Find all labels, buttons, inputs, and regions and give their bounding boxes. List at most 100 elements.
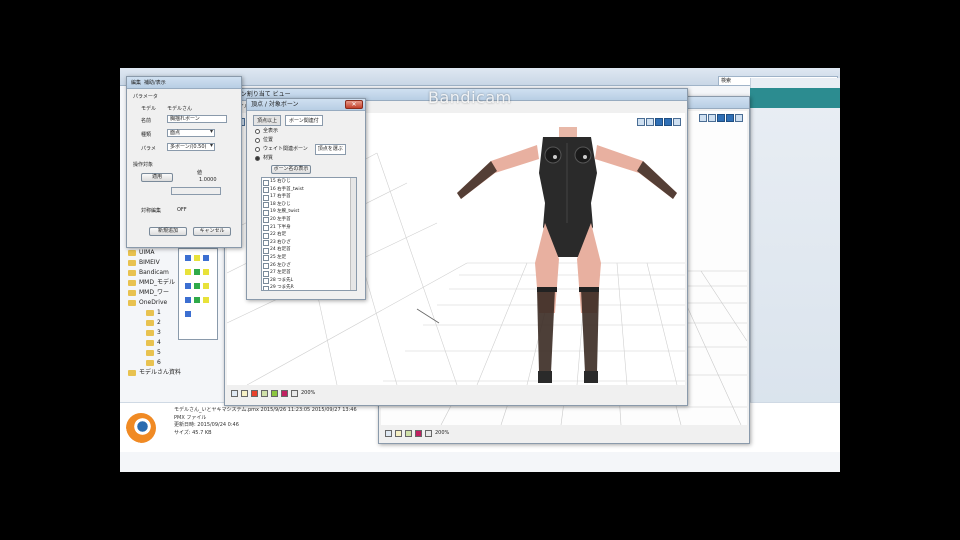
sync-label: 対称編集 [141,208,162,214]
status-icon[interactable] [395,429,402,437]
apply-button[interactable]: 適用 [141,173,173,182]
folder-tree-item[interactable]: 6 [128,358,238,368]
folder-tree-item[interactable]: 5 [128,348,238,358]
status-icon[interactable] [281,389,288,397]
status-icon[interactable] [425,429,432,437]
recorder-watermark: Bandicam [428,88,512,107]
zoom-readout: 200% [435,430,450,436]
bone-option[interactable]: 全表示 [255,127,363,136]
tool-button[interactable] [673,118,681,126]
folder-tree-label: MMD_モデル [139,279,175,286]
bone-list-row[interactable]: 29 つま先R [262,284,356,290]
tool-button[interactable] [664,118,672,126]
palette-swatch[interactable] [185,311,191,317]
palette-swatch[interactable] [185,283,191,289]
bone-dialog[interactable]: 頂点 / 対象ボーン ✕ 頂点以上 ボーン関連付 全表示位置 ウェイト関連ボーン 頂点… [246,98,366,300]
tool-button[interactable] [735,114,743,122]
file-details: モデルさん_いとヤキマシステム.pmx 2015/9/26 11:23:05 2… [174,407,357,437]
bone-list-row[interactable]: 21 下半身 [262,224,356,232]
bone-dialog-tab[interactable]: 頂点以上 [253,115,282,126]
name-label: 名前 [141,118,152,124]
color-palette[interactable] [178,248,218,340]
bone-list-row[interactable]: 23 右ひざ [262,239,356,247]
bone-list-row[interactable]: 25 左足 [262,254,356,262]
palette-swatch[interactable] [185,297,191,303]
blender-icon [126,413,156,443]
status-icon[interactable] [415,429,422,437]
param-select[interactable]: 多ボーン/(0.50) [167,143,215,151]
palette-swatch[interactable] [203,297,209,303]
status-icon[interactable] [385,429,392,437]
folder-icon [128,260,136,266]
folder-icon [128,280,136,286]
bone-list-row[interactable]: 20 左手首 [262,216,356,224]
tool-button[interactable] [726,114,734,122]
bone-list-row[interactable]: 16 右手首_twist [262,186,356,194]
param-dialog[interactable]: 編集 補助/表示 パラメータ モデル モデルさん 名前 胸揺れボーン 種類 面点 … [126,76,242,248]
radio-icon [255,138,260,143]
status-icon[interactable] [405,429,412,437]
bone-list-row[interactable]: 22 右足 [262,231,356,239]
bone-list-row[interactable]: 19 左腕_twist [262,208,356,216]
bone-dialog-tab[interactable]: ボーン関連付 [285,115,323,126]
palette-swatch[interactable] [194,255,200,261]
palette-swatch[interactable] [203,255,209,261]
close-icon[interactable]: ✕ [345,100,363,109]
bone-marker [416,308,440,324]
folder-icon [128,370,136,376]
bone-option[interactable]: ウェイト関連ボーン 頂点を選ぶ [255,144,363,155]
tool-button[interactable] [655,118,663,126]
palette-swatch[interactable] [185,269,191,275]
status-icon[interactable] [271,389,278,397]
folder-icon [146,330,154,336]
folder-tree-item[interactable]: モデルさん資料 [128,368,238,378]
bone-list-row[interactable]: 15 右ひじ [262,178,356,186]
bone-option[interactable]: 位置 [255,136,363,145]
bone-filter-button[interactable]: ボーン名の表示 [271,165,311,174]
bone-list-row[interactable]: 17 右手首 [262,193,356,201]
bone-list-scrollbar[interactable] [350,178,356,290]
palette-swatch[interactable] [194,297,200,303]
tool-button[interactable] [699,114,707,122]
status-icon[interactable] [251,389,258,397]
screen: 検索 UIMA BIMEIV Bandicam MMD_モデル MMD_ワー OneDri… [120,0,840,540]
name-field[interactable]: 胸揺れボーン [167,115,227,123]
palette-swatch[interactable] [194,269,200,275]
palette-swatch[interactable] [194,283,200,289]
file-name: モデルさん_いとヤキマシステム.pmx 2015/9/26 11:23:05 2… [174,407,357,413]
folder-tree-label: MMD_ワー [139,289,169,296]
bone-list-row[interactable]: 28 つま先L [262,277,356,285]
tool-button[interactable] [637,118,645,126]
bone-dialog-titlebar[interactable]: 頂点 / 対象ボーン ✕ [247,99,365,111]
bone-list-row[interactable]: 27 左足首 [262,269,356,277]
menu-item[interactable]: 補助/表示 [144,80,166,86]
operation-label: 操作対象 [133,162,154,168]
cancel-button[interactable]: キャンセル [193,227,231,236]
status-icon[interactable] [291,389,298,397]
tool-button[interactable] [717,114,725,122]
weight-slider[interactable] [171,187,221,195]
type-select[interactable]: 面点 [167,129,215,137]
folder-icon [128,270,136,276]
status-icon[interactable] [231,389,238,397]
bone-list-row[interactable]: 26 左ひざ [262,262,356,270]
status-icon[interactable] [261,389,268,397]
status-icon[interactable] [241,389,248,397]
bone-list-row[interactable]: 18 左ひじ [262,201,356,209]
radio-icon [255,147,260,152]
palette-swatch[interactable] [185,255,191,261]
bone-option[interactable]: 材質 [255,154,363,163]
palette-swatch[interactable] [203,283,209,289]
bone-option-extra[interactable]: 頂点を選ぶ [314,144,346,155]
file-modified: 更新日時: 2015/09/24 0:46 [174,422,239,428]
bone-option-label: 全表示 [263,128,279,134]
character-model[interactable] [451,113,683,385]
palette-swatch[interactable] [203,269,209,275]
bone-list-row[interactable]: 24 右足首 [262,246,356,254]
tool-button[interactable] [708,114,716,122]
tool-button[interactable] [646,118,654,126]
ok-button[interactable]: 新規追加 [149,227,187,236]
menu-item[interactable]: 編集 [131,80,141,86]
bone-list[interactable]: 15 右ひじ 16 右手首_twist 17 右手首 18 左ひじ 19 左腕_twis… [261,177,357,291]
weight-value: 1.0000 [199,177,217,183]
